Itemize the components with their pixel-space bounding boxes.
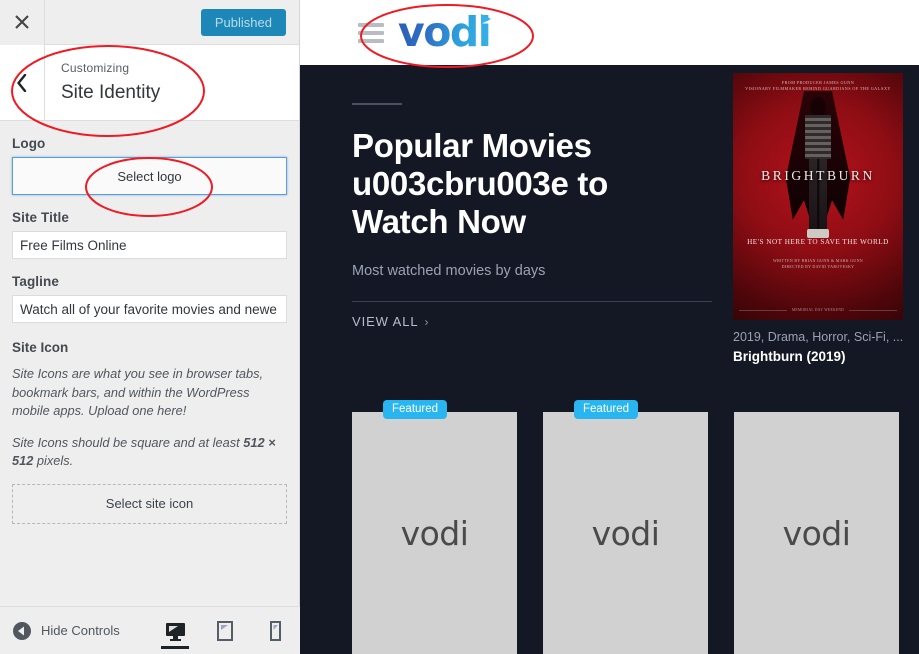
movie-card[interactable]: vodi [734, 412, 899, 654]
logo-label: Logo [12, 136, 46, 151]
logo-field: Logo Select logo [12, 136, 287, 195]
customizer-footer: Hide Controls [0, 606, 300, 654]
poster-credits-line-2: DIRECTED BY DAVID YAROVESKY [781, 264, 855, 269]
hamburger-line [358, 38, 384, 43]
placeholder-logo-text: vodi [782, 513, 851, 553]
featured-badge: Featured [574, 400, 639, 419]
publish-button[interactable]: Published [200, 9, 286, 36]
tagline-label: Tagline [12, 274, 59, 289]
customizer-topbar: Published [0, 0, 299, 45]
poster-rule-left [739, 309, 787, 311]
site-header: vodi [300, 0, 919, 65]
poster-top-credits: FROM PRODUCER JAMES GUNN VISIONARY FILMM… [733, 80, 903, 92]
hamburger-line [358, 22, 384, 27]
poster-credits: WRITTEN BY BRIAN GUNN & MARK GUNN DIRECT… [733, 258, 903, 270]
poster-release-strip: MEMORIAL DAY WEEKEND [739, 308, 897, 312]
desktop-preview-button[interactable] [158, 607, 192, 654]
placeholder-logo-text: vodi [400, 513, 469, 553]
device-preview-switcher [158, 607, 292, 654]
poster-figure-body [805, 115, 831, 159]
movie-card-thumbnail: vodi [352, 412, 517, 654]
featured-badge: Featured [383, 400, 448, 419]
site-icon-field: Site Icon Site Icons are what you see in… [12, 340, 287, 524]
hamburger-line [358, 30, 384, 35]
hide-controls-button[interactable]: Hide Controls [0, 621, 120, 641]
site-title-input[interactable] [12, 231, 287, 259]
tablet-preview-button[interactable] [208, 607, 242, 654]
featured-cards-row: Featured vodi Featured vodi vodi [352, 400, 899, 654]
featured-movie-card[interactable]: FROM PRODUCER JAMES GUNN VISIONARY FILMM… [733, 73, 903, 364]
movie-card[interactable]: Featured vodi [352, 400, 517, 654]
hero-accent-line [352, 103, 402, 105]
site-logo[interactable]: vodi [398, 12, 492, 53]
mobile-icon [269, 621, 281, 641]
movie-meta: 2019, Drama, Horror, Sci-Fi, ... [733, 330, 903, 344]
site-logo-text: vodi [398, 8, 491, 56]
collapse-arrow-icon [13, 621, 31, 640]
poster-figure-feet [807, 229, 829, 238]
logo-accent-triangle [481, 14, 492, 24]
site-title-label: Site Title [12, 210, 70, 225]
poster-release-text: MEMORIAL DAY WEEKEND [791, 308, 845, 312]
site-icon-size-help-pre: Site Icons should be square and at least [12, 434, 244, 450]
tablet-icon [217, 621, 233, 641]
tagline-field: Tagline [12, 274, 287, 323]
tagline-input[interactable] [12, 295, 287, 323]
customizer-controls: Logo Select logo Site Title Tagline Site… [0, 122, 299, 606]
poster-title-text: BRIGHTBURN [761, 168, 875, 183]
site-icon-label: Site Icon [12, 340, 69, 355]
chevron-left-icon[interactable] [0, 45, 45, 120]
customizer-titles: Customizing Site Identity [45, 45, 160, 120]
site-icon-size-help-post: pixels. [33, 453, 74, 468]
view-all-label: VIEW ALL [352, 314, 419, 329]
poster-rule-right [849, 309, 897, 311]
hide-controls-label: Hide Controls [41, 623, 120, 638]
poster-tagline-text: HE'S NOT HERE TO SAVE THE WORLD [747, 238, 889, 246]
hero-divider [352, 301, 712, 302]
movie-card-thumbnail: vodi [734, 412, 899, 654]
customizing-label: Customizing [61, 61, 130, 75]
select-site-icon-button[interactable]: Select site icon [12, 483, 287, 524]
movie-card[interactable]: Featured vodi [543, 400, 708, 654]
chevron-right-icon: › [424, 315, 430, 329]
site-icon-size-help: Site Icons should be square and at least… [12, 434, 287, 471]
site-icon-help-text: Site Icons are what you see in browser t… [12, 366, 264, 418]
mobile-preview-button[interactable] [258, 607, 292, 654]
hero-title: Popular Movies u003cbru003e to Watch Now [352, 127, 608, 240]
site-title-field: Site Title [12, 210, 287, 259]
poster-figure-head [810, 97, 826, 116]
customizer-screen: Published Customizing Site Identity Logo… [0, 0, 919, 654]
site-preview: vodi Popular Movies u003cbru003e to Watc… [300, 0, 919, 654]
view-all-link[interactable]: VIEW ALL › [352, 314, 429, 329]
movie-card-thumbnail: vodi [543, 412, 708, 654]
desktop-icon [165, 622, 185, 641]
select-logo-button[interactable]: Select logo [12, 157, 287, 195]
movie-title: Brightburn (2019) [733, 349, 846, 364]
placeholder-logo-text: vodi [591, 513, 660, 553]
movie-poster-image: FROM PRODUCER JAMES GUNN VISIONARY FILMM… [733, 73, 903, 320]
customizer-panel: Published Customizing Site Identity Logo… [0, 0, 300, 654]
hamburger-menu-icon[interactable] [358, 22, 384, 43]
customizer-section-header: Customizing Site Identity [0, 45, 299, 121]
close-icon[interactable] [0, 0, 45, 45]
page-title: Site Identity [61, 82, 161, 103]
